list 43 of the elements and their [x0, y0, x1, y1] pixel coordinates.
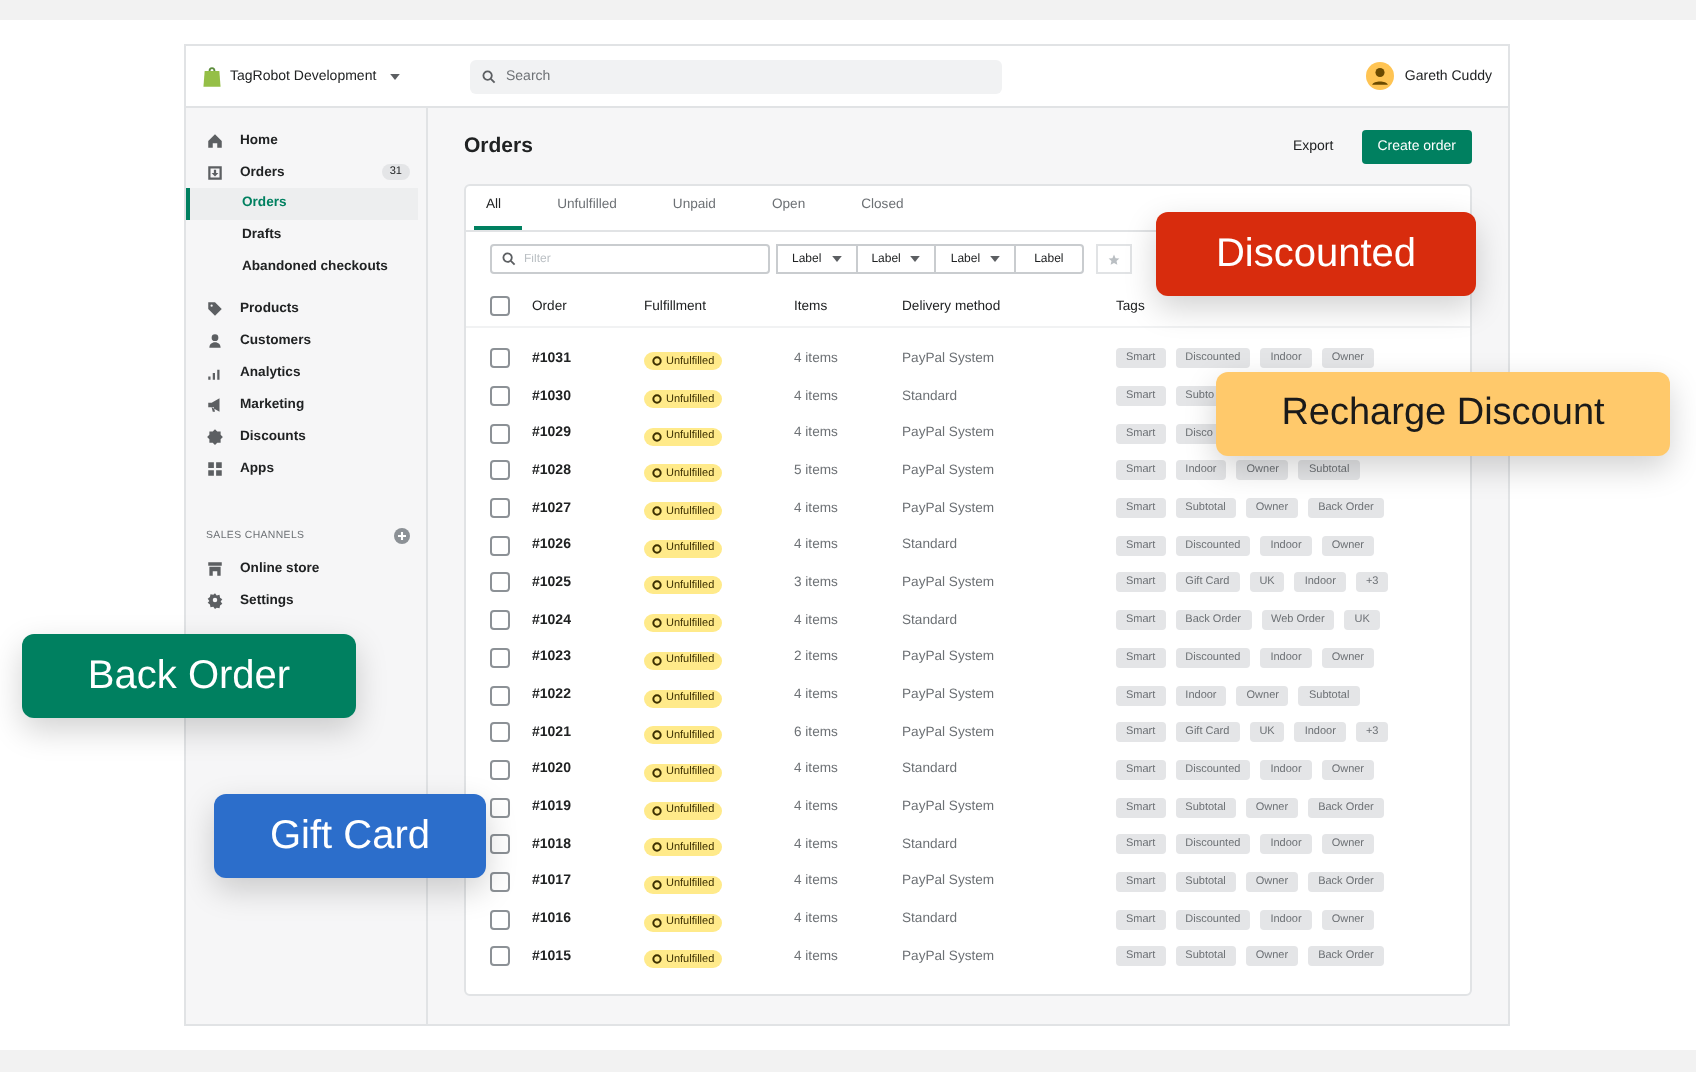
select-all-checkbox[interactable] [490, 296, 510, 316]
caret-icon [990, 256, 1001, 262]
row-checkbox[interactable] [490, 535, 510, 556]
row-checkbox[interactable] [490, 909, 510, 930]
nav-icon [206, 395, 224, 413]
nav-icon [206, 331, 224, 349]
caret-icon [831, 256, 842, 262]
avatar-icon[interactable] [1366, 62, 1395, 90]
row-checkbox[interactable] [490, 759, 510, 780]
row-checkbox[interactable] [490, 871, 510, 892]
row-checkbox[interactable] [490, 610, 510, 631]
row-checkbox[interactable] [490, 498, 510, 519]
star-icon [1107, 251, 1120, 267]
search-icon [502, 252, 516, 266]
nav-icon [206, 131, 224, 149]
nav-icon [206, 299, 224, 317]
row-checkbox[interactable] [490, 685, 510, 706]
row-checkbox[interactable] [490, 348, 510, 369]
nav-icon [206, 559, 224, 577]
row-checkbox[interactable] [490, 946, 510, 967]
row-checkbox[interactable] [490, 647, 510, 668]
nav-icon [206, 427, 224, 445]
caret-icon [390, 73, 401, 79]
tag-callout: Gift Card [214, 794, 486, 878]
tag-callout: Recharge Discount [1216, 372, 1670, 456]
row-checkbox[interactable] [490, 797, 510, 818]
row-checkbox[interactable] [490, 834, 510, 855]
nav-icon [206, 163, 224, 181]
row-checkbox[interactable] [490, 460, 510, 481]
caret-icon [910, 256, 921, 262]
tag-callout: Back Order [22, 634, 356, 718]
nav-icon [206, 459, 224, 477]
row-checkbox[interactable] [490, 386, 510, 407]
star-button[interactable] [1095, 244, 1132, 274]
row-checkbox[interactable] [490, 572, 510, 593]
add-icon[interactable] [394, 528, 410, 544]
shopping-bag-icon [202, 65, 222, 87]
row-checkbox[interactable] [490, 423, 510, 444]
search-icon [482, 69, 496, 83]
row-checkbox[interactable] [490, 722, 510, 743]
tag-callout: Discounted [1156, 212, 1476, 296]
page-title: Orders [464, 134, 533, 158]
nav-icon [206, 591, 224, 609]
